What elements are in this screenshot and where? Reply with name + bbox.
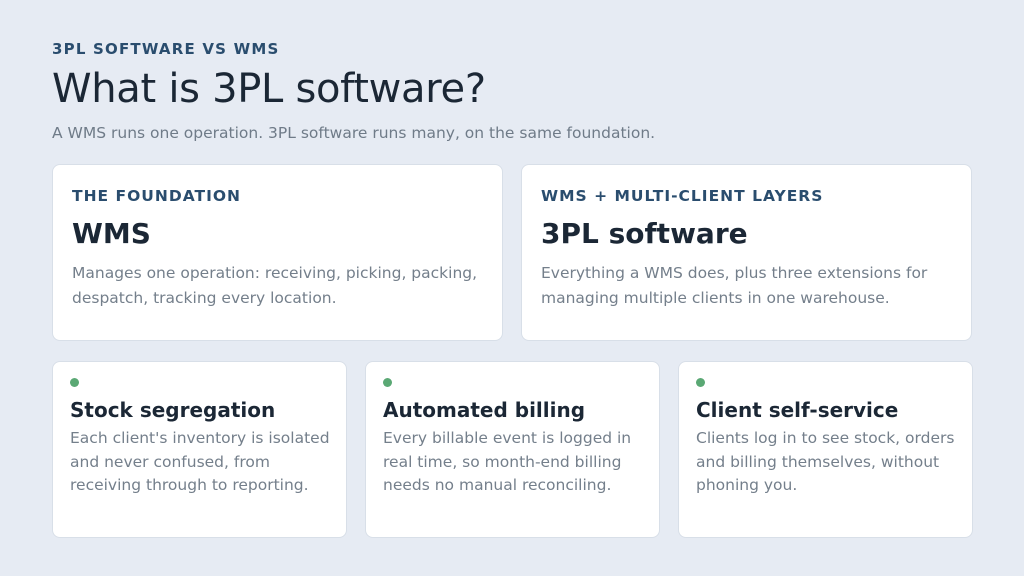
green-dot-icon	[696, 378, 705, 387]
feature-heading: Stock segregation	[70, 398, 276, 422]
feature-text: Each client's inventory is isolated and …	[70, 429, 330, 494]
card-heading: WMS	[72, 217, 151, 250]
eyebrow: 3PL SOFTWARE VS WMS	[52, 40, 280, 58]
card-text: Everything a WMS does, plus three extens…	[541, 264, 928, 307]
feature-card-client-self-service: Client self-service Clients log in to se…	[678, 361, 973, 538]
card-3pl-software: WMS + MULTI-CLIENT LAYERS 3PL software E…	[521, 164, 972, 341]
green-dot-icon	[383, 378, 392, 387]
feature-text: Every billable event is logged in real t…	[383, 429, 632, 494]
feature-text: Clients log in to see stock, orders and …	[696, 429, 955, 494]
feature-card-stock-segregation: Stock segregation Each client's inventor…	[52, 361, 347, 538]
card-label: THE FOUNDATION	[72, 187, 241, 205]
green-dot-icon	[70, 378, 79, 387]
card-text: Manages one operation: receiving, pickin…	[72, 264, 478, 307]
page-subtitle: A WMS runs one operation. 3PL software r…	[52, 124, 656, 142]
page-title: What is 3PL software?	[52, 66, 486, 112]
feature-card-automated-billing: Automated billing Every billable event i…	[365, 361, 660, 538]
page-header: 3PL SOFTWARE VS WMS What is 3PL software…	[52, 38, 972, 144]
card-label: WMS + MULTI-CLIENT LAYERS	[541, 187, 824, 205]
feature-heading: Client self-service	[696, 398, 899, 422]
card-wms: THE FOUNDATION WMS Manages one operation…	[52, 164, 503, 341]
feature-heading: Automated billing	[383, 398, 586, 422]
card-heading: 3PL software	[541, 217, 748, 250]
